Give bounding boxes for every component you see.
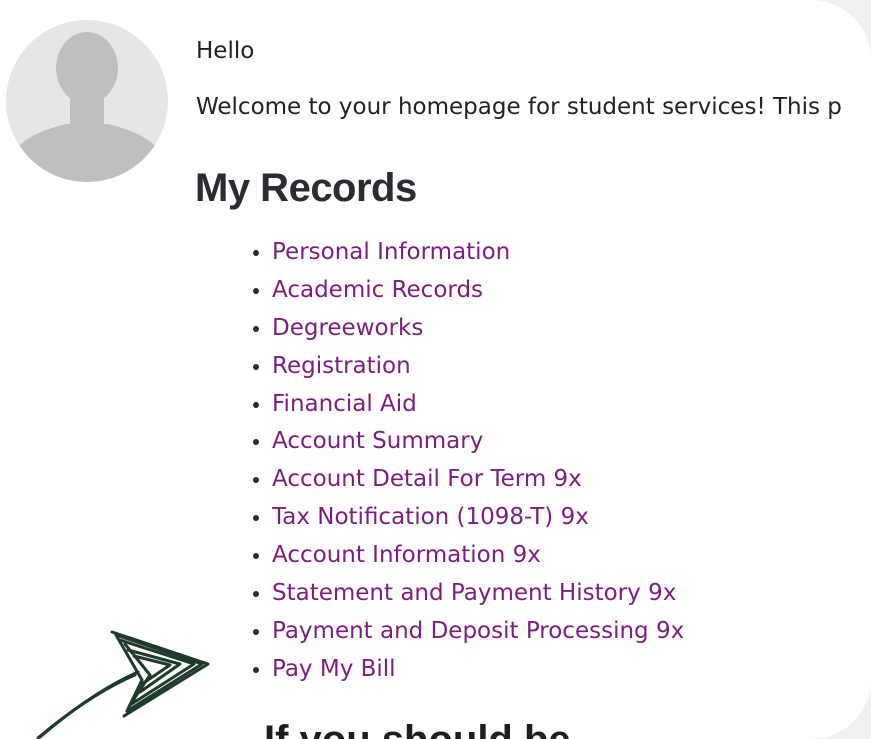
pay-my-bill-link[interactable]: Pay My Bill xyxy=(272,656,396,682)
list-item: Financial Aid xyxy=(272,386,684,424)
records-link-list: Personal Information Academic Records De… xyxy=(230,234,684,689)
welcome-text: Welcome to your homepage for student ser… xyxy=(196,94,842,120)
list-item: Payment and Deposit Processing 9x xyxy=(272,613,684,651)
list-item: Degreeworks xyxy=(272,310,684,348)
homepage-card: Hello Welcome to your homepage for stude… xyxy=(0,0,871,739)
academic-records-link[interactable]: Academic Records xyxy=(272,277,483,303)
account-summary-link[interactable]: Account Summary xyxy=(272,428,483,454)
greeting-text: Hello xyxy=(196,38,255,64)
next-section-heading: If you should be xyxy=(264,718,571,739)
my-records-heading: My Records xyxy=(195,166,417,210)
list-item: Academic Records xyxy=(272,272,684,310)
degreeworks-link[interactable]: Degreeworks xyxy=(272,315,423,341)
list-item: Tax Notification (1098-T) 9x xyxy=(272,499,684,537)
list-item: Registration xyxy=(272,348,684,386)
user-avatar xyxy=(6,20,168,182)
registration-link[interactable]: Registration xyxy=(272,353,411,379)
payment-deposit-processing-link[interactable]: Payment and Deposit Processing 9x xyxy=(272,618,684,644)
account-information-link[interactable]: Account Information 9x xyxy=(272,542,541,568)
list-item: Pay My Bill xyxy=(272,651,684,689)
personal-information-link[interactable]: Personal Information xyxy=(272,239,510,265)
list-item: Account Detail For Term 9x xyxy=(272,461,684,499)
list-item: Personal Information xyxy=(272,234,684,272)
list-item: Account Summary xyxy=(272,423,684,461)
statement-payment-history-link[interactable]: Statement and Payment History 9x xyxy=(272,580,676,606)
hand-drawn-arrow-icon xyxy=(36,630,210,739)
tax-notification-link[interactable]: Tax Notification (1098-T) 9x xyxy=(272,504,589,530)
financial-aid-link[interactable]: Financial Aid xyxy=(272,391,417,417)
account-detail-link[interactable]: Account Detail For Term 9x xyxy=(272,466,582,492)
list-item: Account Information 9x xyxy=(272,537,684,575)
list-item: Statement and Payment History 9x xyxy=(272,575,684,613)
user-silhouette-icon xyxy=(6,20,168,182)
